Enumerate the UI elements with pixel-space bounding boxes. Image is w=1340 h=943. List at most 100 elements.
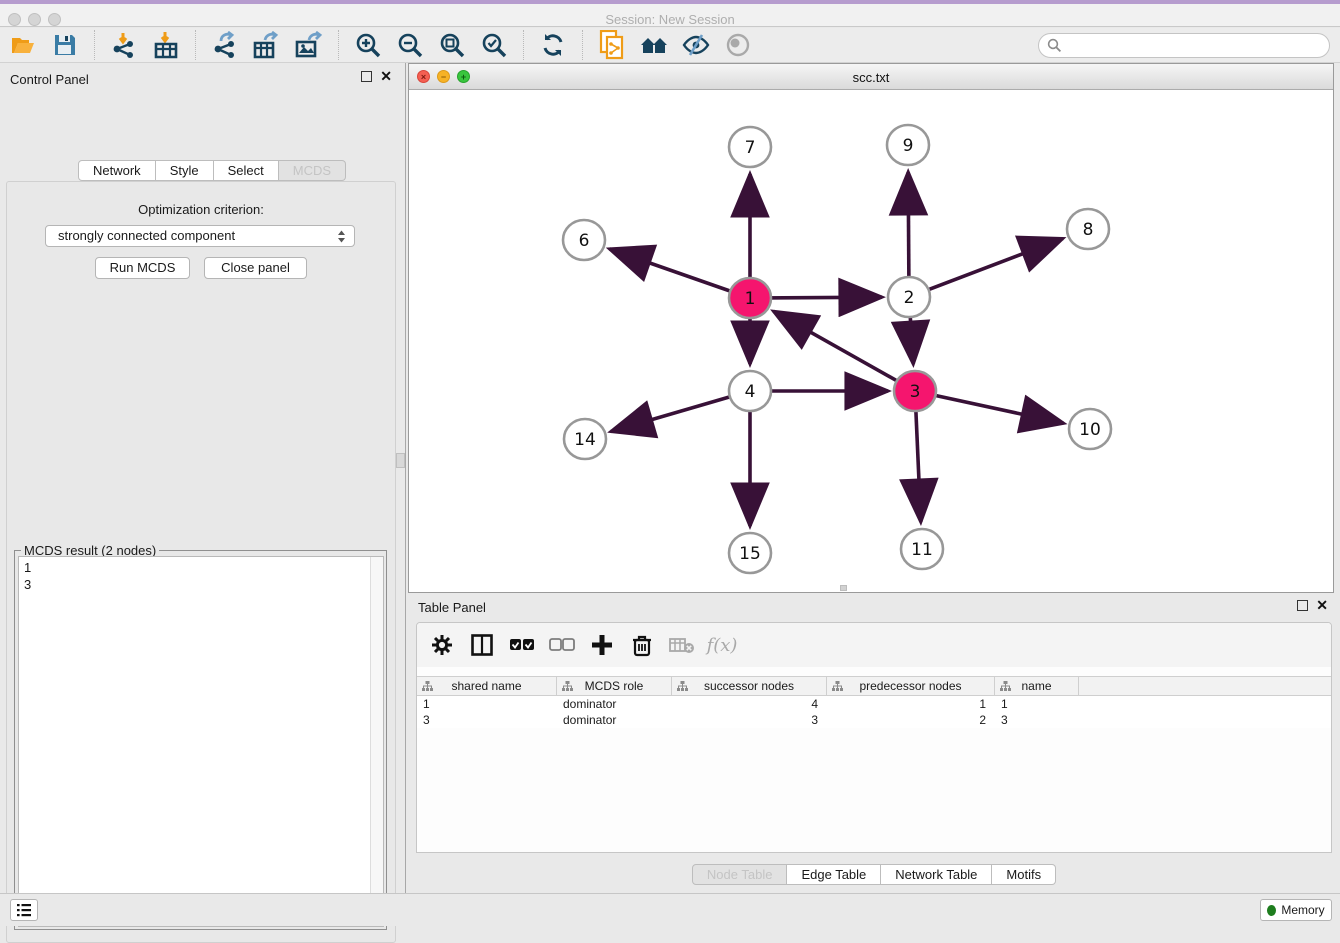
table-cell[interactable]: 1 — [995, 696, 1079, 712]
table-row[interactable]: 3dominator323 — [417, 712, 1331, 728]
search-input[interactable] — [1068, 38, 1329, 53]
first-neighbors-icon[interactable] — [639, 31, 669, 59]
export-table-icon[interactable] — [252, 31, 282, 59]
table-cell[interactable]: dominator — [557, 696, 672, 712]
graph-node-2[interactable]: 2 — [888, 277, 930, 317]
tab-select[interactable]: Select — [214, 160, 279, 181]
create-column-icon[interactable] — [589, 632, 615, 658]
mcds-result-group: MCDS result (2 nodes) 13 — [14, 550, 387, 930]
graph-edge-2-3[interactable] — [910, 311, 913, 364]
memory-button[interactable]: Memory — [1260, 899, 1332, 921]
table-cell[interactable]: 2 — [827, 712, 995, 728]
table-cell[interactable]: 1 — [417, 696, 557, 712]
import-table-icon[interactable] — [151, 31, 181, 59]
delete-columns-icon[interactable] — [629, 632, 655, 658]
graph-node-3[interactable]: 3 — [894, 371, 936, 411]
graph-edge-1-6[interactable] — [609, 249, 736, 293]
node-table-body: 1dominator4113dominator323 — [417, 696, 1331, 728]
zoom-in-icon[interactable] — [353, 31, 383, 59]
toolbar-search[interactable] — [1038, 33, 1330, 58]
tab-mcds[interactable]: MCDS — [279, 160, 346, 181]
window-resize-handle[interactable] — [840, 585, 847, 591]
export-network-icon[interactable] — [210, 31, 240, 59]
tab-network[interactable]: Network — [78, 160, 156, 181]
graph-edge-1-2[interactable] — [764, 297, 882, 298]
table-cell[interactable]: 1 — [827, 696, 995, 712]
zoom-selected-icon[interactable] — [479, 31, 509, 59]
export-image-icon[interactable] — [294, 31, 324, 59]
column-header-predecessor-nodes[interactable]: predecessor nodes — [827, 677, 995, 695]
vertical-splitter[interactable] — [405, 63, 406, 893]
column-header-MCDS-role[interactable]: MCDS role — [557, 677, 672, 695]
table-cell[interactable]: 3 — [672, 712, 827, 728]
svg-text:8: 8 — [1083, 220, 1094, 240]
table-close-icon[interactable]: ✕ — [1316, 600, 1328, 611]
memory-status-icon — [1267, 905, 1276, 916]
tab-edge-table[interactable]: Edge Table — [787, 864, 881, 885]
table-cell[interactable]: 4 — [672, 696, 827, 712]
graph-edge-2-8[interactable] — [922, 239, 1063, 292]
network-graph[interactable]: 7 9 6 8 1 2 4 3 14 10 15 11 — [409, 90, 1333, 592]
graph-edge-3-1[interactable] — [774, 311, 903, 384]
developers-log-button[interactable] — [10, 899, 38, 921]
tab-network-table[interactable]: Network Table — [881, 864, 992, 885]
result-line: 3 — [24, 576, 383, 593]
graph-node-14[interactable]: 14 — [564, 419, 606, 459]
close-panel-button[interactable]: Close panel — [204, 257, 307, 279]
graph-node-9[interactable]: 9 — [887, 125, 929, 165]
search-icon — [1047, 38, 1062, 53]
graph-node-15[interactable]: 15 — [729, 533, 771, 573]
graph-node-4[interactable]: 4 — [729, 371, 771, 411]
deselect-all-icon[interactable] — [549, 632, 575, 658]
graph-node-6[interactable]: 6 — [563, 220, 605, 260]
mcds-result-text[interactable]: 13 — [18, 556, 384, 927]
table-cell[interactable]: 3 — [995, 712, 1079, 728]
network-canvas[interactable]: 7 9 6 8 1 2 4 3 14 10 15 11 — [409, 90, 1333, 592]
column-header-name[interactable]: name — [995, 677, 1079, 695]
node-table[interactable]: shared nameMCDS rolesuccessor nodesprede… — [417, 676, 1331, 728]
show-all-icon — [723, 31, 753, 59]
result-line: 1 — [24, 559, 383, 576]
tab-node-table[interactable]: Node Table — [692, 864, 788, 885]
tab-style[interactable]: Style — [156, 160, 214, 181]
network-window-titlebar[interactable]: × − + scc.txt — [409, 64, 1333, 90]
criterion-select[interactable]: strongly connected component — [45, 225, 355, 247]
table-tabs: Node TableEdge TableNetwork TableMotifs — [408, 864, 1340, 885]
select-all-icon[interactable] — [509, 632, 535, 658]
table-cell[interactable]: dominator — [557, 712, 672, 728]
zoom-fit-icon[interactable] — [437, 31, 467, 59]
save-session-icon[interactable] — [50, 31, 80, 59]
node-table-header[interactable]: shared nameMCDS rolesuccessor nodesprede… — [417, 676, 1331, 696]
toggle-panes-icon[interactable] — [469, 632, 495, 658]
tab-motifs[interactable]: Motifs — [992, 864, 1056, 885]
table-row[interactable]: 1dominator411 — [417, 696, 1331, 712]
graph-node-11[interactable]: 11 — [901, 529, 943, 569]
float-panel-icon[interactable] — [361, 71, 372, 82]
graph-edge-2-9[interactable] — [908, 172, 909, 283]
run-mcds-button[interactable]: Run MCDS — [95, 257, 190, 279]
svg-text:4: 4 — [745, 382, 756, 402]
refresh-view-icon[interactable] — [538, 31, 568, 59]
splitter-grip[interactable] — [396, 453, 405, 468]
table-options-icon[interactable] — [429, 632, 455, 658]
table-float-icon[interactable] — [1297, 600, 1308, 611]
network-view-window: × − + scc.txt 7 9 6 8 1 2 4 3 14 10 15 11 — [408, 63, 1334, 593]
table-cell[interactable]: 3 — [417, 712, 557, 728]
graph-edge-3-10[interactable] — [929, 394, 1064, 423]
column-header-successor-nodes[interactable]: successor nodes — [672, 677, 827, 695]
column-header-shared-name[interactable]: shared name — [417, 677, 557, 695]
graph-node-7[interactable]: 7 — [729, 127, 771, 167]
close-panel-icon[interactable]: ✕ — [380, 71, 392, 82]
import-network-icon[interactable] — [109, 31, 139, 59]
graph-node-1[interactable]: 1 — [729, 278, 771, 318]
zoom-out-icon[interactable] — [395, 31, 425, 59]
graph-edge-3-11[interactable] — [916, 405, 921, 522]
graph-node-8[interactable]: 8 — [1067, 209, 1109, 249]
graph-node-10[interactable]: 10 — [1069, 409, 1111, 449]
hide-selected-icon[interactable] — [681, 31, 711, 59]
clone-network-icon[interactable] — [597, 31, 627, 59]
result-scrollbar[interactable] — [370, 557, 383, 926]
network-window-title: scc.txt — [409, 70, 1333, 85]
graph-edge-4-14[interactable] — [611, 395, 737, 432]
open-session-icon[interactable] — [8, 31, 38, 59]
